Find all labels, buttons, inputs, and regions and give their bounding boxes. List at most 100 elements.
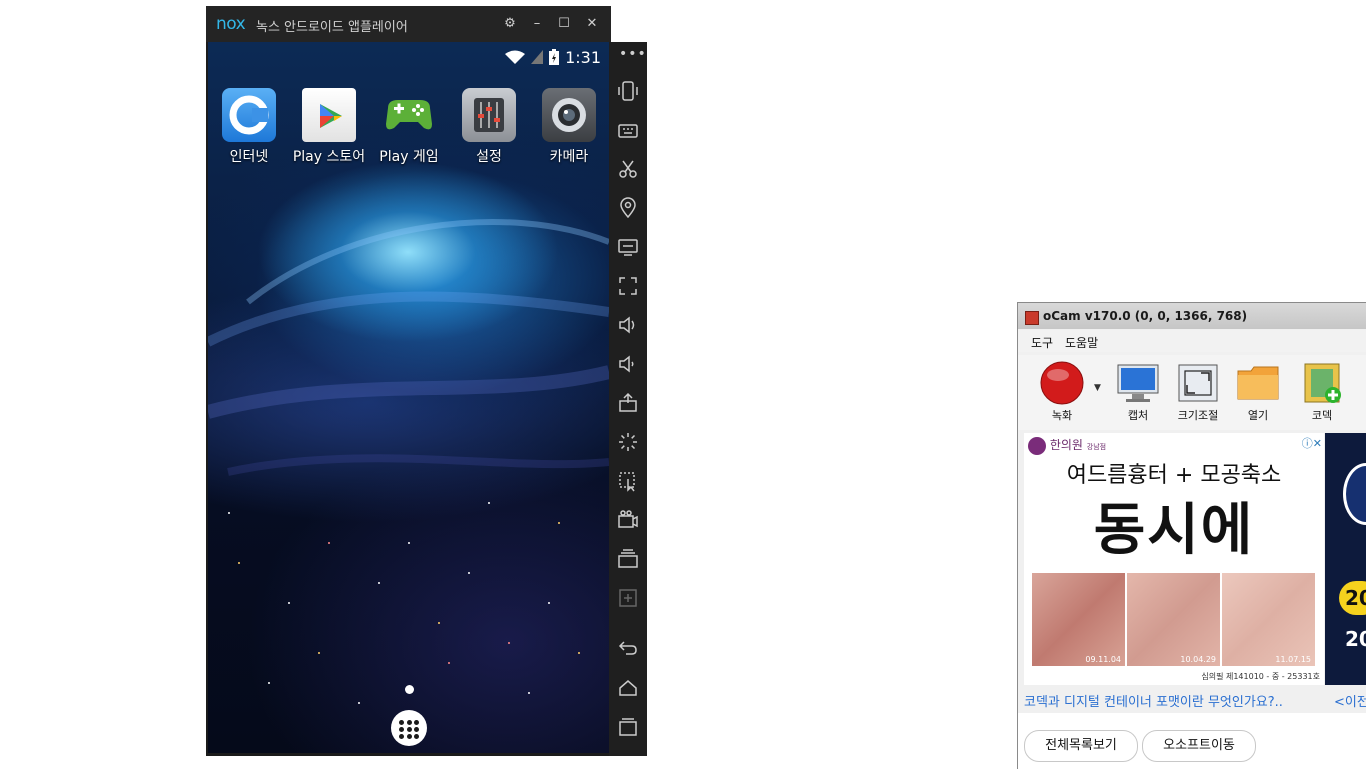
record-dropdown-icon[interactable]: ▼	[1094, 383, 1101, 393]
ad-logo-sub: 강남점	[1086, 443, 1107, 451]
star	[468, 572, 470, 574]
resize-icon	[1175, 361, 1221, 405]
app-label: Play 게임	[379, 149, 439, 165]
ad-photo-date: 10.04.29	[1180, 655, 1216, 664]
open-label: 열기	[1247, 409, 1269, 422]
star	[508, 642, 510, 644]
home-icon[interactable]	[616, 676, 640, 700]
video-record-icon[interactable]	[616, 508, 640, 532]
more-icon[interactable]: •••	[619, 46, 647, 62]
recent-apps-icon[interactable]	[616, 715, 640, 739]
scissors-icon[interactable]	[616, 157, 640, 181]
resize-button[interactable]: 크기조절	[1170, 361, 1226, 423]
star	[408, 542, 410, 544]
ocam-window: oCam v170.0 (0, 0, 1366, 768) 도구 도움말 녹화 …	[1017, 302, 1366, 769]
app-label: Play 스토어	[292, 149, 366, 165]
ocam-toolbar: 녹화 ▼ 캡처 크기조절 열기 코덱	[1018, 355, 1366, 430]
volume-down-icon[interactable]	[616, 352, 640, 376]
open-button[interactable]: 열기	[1230, 361, 1286, 423]
star	[288, 602, 290, 604]
app-play-store[interactable]: Play 스토어	[289, 82, 369, 166]
codec-icon	[1299, 361, 1345, 405]
minimize-button[interactable]: –	[526, 13, 548, 35]
nox-sidebar: •••	[609, 42, 647, 756]
capture-button[interactable]: 캡처	[1110, 361, 1166, 423]
location-icon[interactable]	[616, 196, 640, 220]
app-label: 카메라	[549, 149, 589, 165]
seal-icon	[1343, 463, 1366, 525]
record-label: 녹화	[1051, 409, 1073, 422]
browser-icon	[222, 88, 276, 142]
android-home-screen[interactable]: 1:31 인터넷 Play 스토어 Play 게임 설정 카메라	[208, 42, 609, 753]
all-list-button[interactable]: 전체목록보기	[1024, 730, 1138, 762]
ad-photo-date: 11.07.15	[1275, 655, 1311, 664]
ad-photo-date: 09.11.04	[1085, 655, 1121, 664]
ad-logo: 한의원 강남점	[1028, 436, 1106, 455]
capture-label: 캡처	[1127, 409, 1149, 422]
settings-icon[interactable]: ⚙	[499, 13, 521, 35]
close-button[interactable]: ✕	[581, 13, 603, 35]
advertisement-banner[interactable]: 한의원 강남점 ⓘ✕ 여드름흉터 + 모공축소 동시에 09.11.04 10.…	[1024, 433, 1324, 685]
previous-link[interactable]: <이전	[1334, 691, 1366, 710]
app-settings[interactable]: 설정	[449, 82, 529, 166]
loading-icon[interactable]	[616, 430, 640, 454]
shake-icon[interactable]	[616, 79, 640, 103]
apk-install-icon[interactable]	[616, 391, 640, 415]
ocam-menubar: 도구 도움말	[1018, 330, 1366, 352]
nox-titlebar[interactable]: nox 녹스 안드로이드 앱플레이어 ⚙ – ☐ ✕	[206, 6, 611, 42]
page-indicator	[405, 685, 414, 694]
folder-icon	[1235, 361, 1281, 405]
keyboard-icon[interactable]	[616, 118, 640, 142]
star	[438, 622, 440, 624]
ad-photo: 09.11.04	[1032, 573, 1125, 666]
screenshot-icon[interactable]	[616, 586, 640, 610]
app-camera[interactable]: 카메라	[529, 82, 609, 166]
ad-footer: 심의필 제141010 - 중 - 25331호	[1201, 672, 1320, 681]
record-button[interactable]: 녹화	[1034, 361, 1090, 423]
play-store-icon	[302, 88, 356, 142]
nox-window-title: 녹스 안드로이드 앱플레이어	[256, 20, 408, 35]
app-play-games[interactable]: Play 게임	[369, 82, 449, 166]
codec-button[interactable]: 코덱	[1294, 361, 1350, 423]
ad-side-text: 20	[1345, 627, 1366, 651]
star	[358, 702, 360, 704]
nox-player-window: nox 녹스 안드로이드 앱플레이어 ⚙ – ☐ ✕ 1:31 인터넷 Play…	[206, 6, 611, 756]
signal-icon	[531, 50, 544, 64]
battery-icon	[549, 49, 560, 65]
ad-photo: 10.04.29	[1127, 573, 1220, 666]
star	[558, 522, 560, 524]
play-games-icon	[382, 88, 436, 142]
star	[268, 682, 270, 684]
menu-help[interactable]: 도움말	[1065, 334, 1098, 351]
macro-icon[interactable]	[616, 469, 640, 493]
ocam-app-icon	[1025, 311, 1039, 325]
star	[238, 562, 240, 564]
menu-tools[interactable]: 도구	[1031, 334, 1053, 351]
codec-info-link[interactable]: 코덱과 디지털 컨테이너 포맷이란 무엇인가요?..	[1024, 691, 1283, 710]
screen-icon[interactable]	[616, 235, 640, 259]
star	[378, 582, 380, 584]
star	[548, 602, 550, 604]
volume-up-icon[interactable]	[616, 313, 640, 337]
app-label: 설정	[476, 149, 502, 165]
star	[528, 692, 530, 694]
app-internet[interactable]: 인터넷	[209, 82, 289, 166]
nox-logo: nox	[216, 14, 246, 34]
ad-logo-text: 한의원	[1049, 438, 1083, 452]
settings-icon	[462, 88, 516, 142]
maximize-button[interactable]: ☐	[553, 13, 575, 35]
star	[328, 542, 330, 544]
app-drawer-button[interactable]	[391, 710, 427, 746]
capture-icon	[1115, 361, 1161, 405]
back-icon[interactable]	[616, 636, 640, 660]
star	[228, 512, 230, 514]
ocam-window-title: oCam v170.0 (0, 0, 1366, 768)	[1043, 309, 1248, 323]
multi-instance-icon[interactable]	[616, 547, 640, 571]
ocam-titlebar[interactable]: oCam v170.0 (0, 0, 1366, 768)	[1018, 303, 1366, 329]
codec-label: 코덱	[1311, 409, 1333, 422]
ad-info-icon[interactable]: ⓘ✕	[1302, 435, 1322, 451]
advertisement-side[interactable]: 20 20	[1325, 433, 1366, 685]
fullscreen-icon[interactable]	[616, 274, 640, 298]
osoft-button[interactable]: 오소프트이동	[1142, 730, 1256, 762]
app-label: 인터넷	[229, 149, 269, 165]
